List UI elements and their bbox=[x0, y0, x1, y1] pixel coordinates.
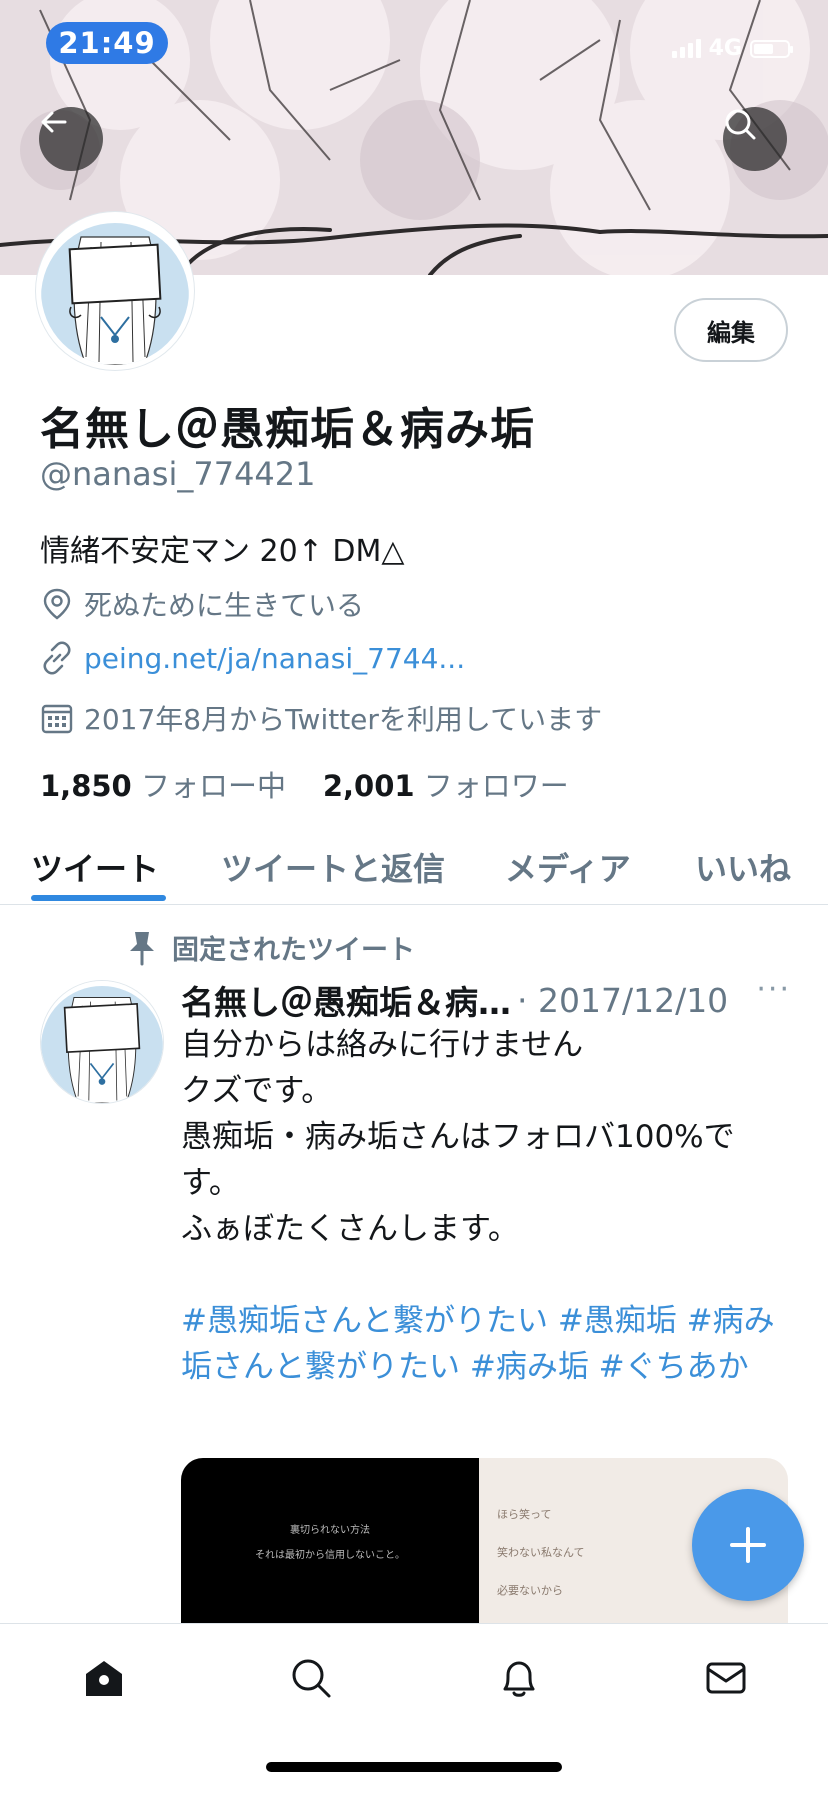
profile-bio: 情緒不安定マン 20↑ DM△ bbox=[40, 534, 405, 569]
mail-icon bbox=[706, 1662, 746, 1694]
following-count[interactable]: 1,850 bbox=[40, 769, 132, 803]
search-icon bbox=[292, 1659, 331, 1698]
tweet-line: クズです。 bbox=[181, 1073, 333, 1109]
profile-display-name: 名無し＠愚痴垢＆病み垢 bbox=[40, 404, 535, 455]
nav-messages[interactable] bbox=[702, 1654, 750, 1702]
profile-handle: @nanasi_774421 bbox=[40, 455, 316, 493]
profile-avatar[interactable] bbox=[36, 212, 194, 370]
tweet-body: 自分からは絡みに行けません クズです。 愚痴垢・病み垢さんはフォロバ100%です… bbox=[181, 1022, 791, 1390]
profile-joined: 2017年8月からTwitterを利用しています bbox=[40, 698, 602, 738]
profile-website[interactable]: peing.net/ja/nanasi_7744... bbox=[40, 641, 465, 675]
tab-tweets-and-replies[interactable]: ツイートと返信 bbox=[221, 830, 445, 904]
image-text: 裏切られない方法 bbox=[290, 1524, 370, 1536]
tweet-author[interactable]: 名無し＠愚痴垢＆病… bbox=[181, 976, 511, 1024]
tab-media[interactable]: メディア bbox=[505, 830, 631, 904]
website-link[interactable]: peing.net/ja/nanasi_7744... bbox=[84, 642, 465, 675]
joined-text: 2017年8月からTwitterを利用しています bbox=[84, 703, 603, 736]
tab-tweets[interactable]: ツイート bbox=[31, 830, 159, 904]
tweet-image-1[interactable]: 裏切られない方法 それは最初から信用しないこと。 bbox=[181, 1458, 479, 1623]
image-text: それは最初から信用しないこと。 bbox=[255, 1549, 405, 1561]
calendar-icon bbox=[41, 704, 73, 734]
location-pin-icon bbox=[43, 588, 71, 620]
compose-tweet-button[interactable] bbox=[692, 1489, 804, 1601]
link-icon bbox=[43, 641, 71, 675]
arrow-left-icon bbox=[41, 111, 67, 133]
tweet-avatar[interactable] bbox=[40, 980, 164, 1104]
pin-icon bbox=[130, 931, 154, 965]
following-label[interactable]: フォロー中 bbox=[141, 769, 286, 803]
pinned-tweet-label: 固定されたツイート bbox=[126, 928, 415, 967]
network-type: 4G bbox=[708, 36, 742, 61]
tweet-line: ふぁぼたくさんします。 bbox=[181, 1211, 519, 1247]
followers-label[interactable]: フォロワー bbox=[424, 769, 569, 803]
followers-count[interactable]: 2,001 bbox=[323, 769, 415, 803]
bell-icon bbox=[503, 1661, 535, 1697]
edit-profile-button[interactable]: 編集 bbox=[674, 298, 788, 362]
nav-home[interactable] bbox=[80, 1654, 128, 1702]
nav-search[interactable] bbox=[287, 1654, 335, 1702]
home-indicator bbox=[266, 1762, 562, 1772]
plus-icon bbox=[730, 1527, 766, 1563]
status-time: 21:49 bbox=[46, 22, 168, 64]
signal-icon bbox=[671, 39, 701, 58]
tweet-header: 名無し＠愚痴垢＆病… · 2017/12/10 ··· bbox=[181, 972, 791, 1024]
avatar-illustration bbox=[41, 217, 189, 365]
tweet-line: 自分からは絡みに行けません bbox=[181, 1027, 584, 1063]
battery-icon bbox=[750, 39, 793, 58]
active-tab-indicator bbox=[31, 895, 166, 901]
tab-likes[interactable]: いいね bbox=[695, 830, 791, 904]
location-text: 死ぬために生きている bbox=[84, 589, 365, 622]
tweet-line: 愚痴垢・病み垢さんはフォロバ100%です。 bbox=[181, 1119, 735, 1201]
nav-notifications[interactable] bbox=[495, 1654, 543, 1702]
search-button[interactable] bbox=[723, 107, 787, 171]
back-button[interactable] bbox=[39, 107, 103, 171]
follow-counts: 1,850 フォロー中 2,001 フォロワー bbox=[40, 763, 569, 805]
tweet-hashtags[interactable]: #愚痴垢さんと繋がりたい #愚痴垢 #病み垢さんと繋がりたい #病み垢 #ぐちあ… bbox=[181, 1298, 791, 1390]
profile-location: 死ぬために生きている bbox=[40, 584, 364, 624]
search-icon bbox=[725, 109, 756, 140]
pinned-text: 固定されたツイート bbox=[172, 935, 415, 966]
profile-tabs: ツイート ツイートと返信 メディア いいね bbox=[0, 830, 828, 905]
home-icon bbox=[86, 1661, 122, 1696]
tweet-date: · 2017/12/10 bbox=[517, 980, 729, 1020]
tweet-more-icon[interactable]: ··· bbox=[756, 972, 791, 1007]
status-bar-right: 4G bbox=[671, 36, 793, 61]
avatar-illustration bbox=[41, 981, 163, 1103]
